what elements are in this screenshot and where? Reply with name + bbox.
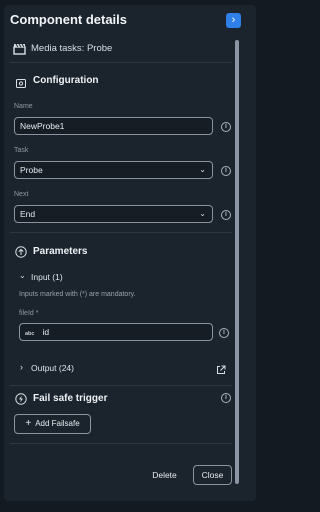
component-subtitle: Media tasks: Probe — [31, 43, 113, 54]
text-type-icon: abc — [25, 331, 35, 337]
delete-button[interactable]: Delete — [142, 465, 187, 485]
info-icon[interactable]: i — [221, 393, 231, 403]
chevron-right-icon: › — [231, 14, 236, 26]
external-link-icon[interactable] — [216, 362, 226, 374]
task-select-value: Probe — [20, 165, 43, 175]
chevron-down-icon: ⌄ — [199, 165, 206, 174]
divider — [10, 232, 232, 233]
divider — [10, 385, 232, 386]
settings-box-icon — [16, 75, 26, 88]
mandatory-hint: Inputs marked with (*) are mandatory. — [19, 291, 136, 298]
input-group-toggle[interactable]: Input (1) — [31, 272, 63, 282]
expand-button[interactable]: › — [226, 13, 241, 28]
chevron-down-icon[interactable]: ⌄ — [19, 271, 26, 280]
upload-circle-icon — [15, 245, 27, 258]
info-icon[interactable]: i — [219, 328, 229, 338]
chevron-down-icon: ⌄ — [199, 209, 206, 218]
parameters-title: Parameters — [33, 246, 88, 257]
close-button[interactable]: Close — [193, 465, 232, 485]
fileid-label: fileId * — [19, 310, 39, 317]
fileid-field[interactable]: abc id — [19, 323, 213, 341]
clapperboard-icon — [13, 42, 26, 55]
task-label: Task — [14, 147, 29, 154]
info-icon[interactable]: i — [221, 122, 231, 132]
divider — [10, 62, 232, 63]
task-select[interactable]: Probe ⌄ — [14, 161, 213, 179]
scrollbar-thumb[interactable] — [235, 40, 239, 484]
lightning-circle-icon — [15, 392, 27, 405]
name-field-value: NewProbe1 — [20, 121, 65, 131]
add-failsafe-button[interactable]: + Add Failsafe — [14, 414, 91, 434]
fileid-field-value: id — [42, 327, 50, 337]
panel-title: Component details — [10, 12, 128, 27]
next-select-value: End — [20, 209, 36, 219]
chevron-right-icon[interactable]: › — [20, 362, 23, 372]
add-failsafe-label: Add Failsafe — [35, 419, 80, 428]
name-label: Name — [14, 103, 33, 110]
info-icon[interactable]: i — [221, 210, 231, 220]
configuration-title: Configuration — [33, 75, 99, 86]
output-group-toggle[interactable]: Output (24) — [31, 363, 74, 373]
next-select[interactable]: End ⌄ — [14, 205, 213, 223]
info-icon[interactable]: i — [221, 166, 231, 176]
divider — [10, 443, 232, 444]
name-field[interactable]: NewProbe1 — [14, 117, 213, 135]
failsafe-title: Fail safe trigger — [33, 393, 108, 404]
plus-icon: + — [25, 418, 32, 429]
next-label: Next — [14, 191, 29, 198]
